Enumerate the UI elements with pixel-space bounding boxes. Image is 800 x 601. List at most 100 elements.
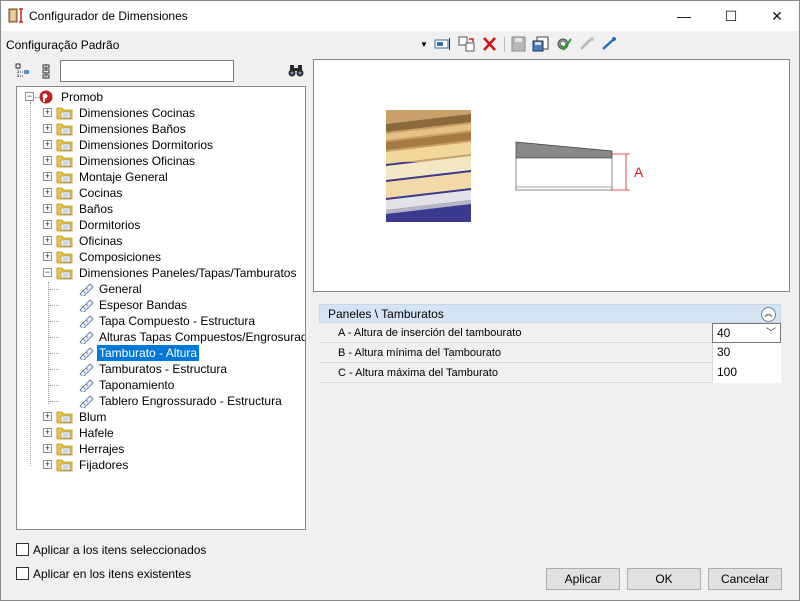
tree-node-label: Composiciones: [79, 250, 162, 264]
tree-node-label: Espesor Bandas: [99, 298, 188, 312]
apply-selected-checkbox[interactable]: [16, 543, 29, 556]
export-icon[interactable]: [532, 36, 550, 52]
folder-icon: [56, 410, 73, 424]
close-button[interactable]: ✕: [754, 1, 800, 31]
expand-toggle-icon[interactable]: +: [43, 172, 52, 181]
chevron-down-icon[interactable]: ▼: [420, 40, 428, 49]
tool-icon[interactable]: [578, 36, 596, 52]
expand-toggle-icon[interactable]: +: [43, 444, 52, 453]
apply-selected-label: Aplicar a los itens seleccionados: [33, 543, 207, 557]
folder-icon: [56, 106, 73, 120]
expand-toggle-icon[interactable]: +: [43, 188, 52, 197]
tree-node-label: Dimensiones Dormitorios: [79, 138, 214, 152]
measure-icon[interactable]: [600, 36, 618, 52]
tree-node-label: Taponamiento: [99, 378, 175, 392]
tree-guide-line: [49, 337, 59, 338]
app-icon: [8, 8, 23, 23]
folder-icon: [56, 426, 73, 440]
folder-icon: [56, 442, 73, 456]
dimension-item-icon: [78, 378, 95, 394]
minimize-button[interactable]: —: [661, 1, 707, 31]
expand-toggle-icon[interactable]: +: [43, 140, 52, 149]
apply-button[interactable]: Aplicar: [546, 568, 620, 590]
panel-photo-image: [386, 110, 471, 222]
property-group-header[interactable]: Paneles \ Tamburatos ︽: [319, 304, 781, 323]
expand-toggle-icon[interactable]: +: [43, 204, 52, 213]
tree-node-label: Tamburato - Altura: [97, 345, 200, 361]
tree-node-label: Dimensiones Paneles/Tapas/Tamburatos: [79, 266, 297, 280]
property-row: B - Altura mínima del Tambourato 30: [319, 343, 781, 363]
rename-icon[interactable]: [434, 36, 452, 52]
collapse-icon[interactable]: ︽: [761, 307, 776, 322]
property-label: A - Altura de inserción del tambourato: [338, 327, 522, 339]
folder-icon: [56, 234, 73, 248]
tree-node-label: Alturas Tapas Compuestos/Engrosurado: [99, 330, 306, 344]
expand-toggle-icon[interactable]: +: [43, 412, 52, 421]
collapse-toggle-icon[interactable]: −: [43, 268, 52, 277]
tree-node-label: General: [99, 282, 142, 296]
folder-icon: [56, 122, 73, 136]
window-title: Configurador de Dimensiones: [29, 9, 188, 23]
expand-toggle-icon[interactable]: +: [43, 460, 52, 469]
property-value-input[interactable]: 100: [712, 363, 781, 383]
tree-node-label: Oficinas: [79, 234, 123, 248]
tree-node-label: Herrajes: [79, 442, 125, 456]
dimension-label: A: [634, 164, 644, 180]
tree-guide-line: [49, 369, 59, 370]
tree-node-label: Cocinas: [79, 186, 123, 200]
cancel-button[interactable]: Cancelar: [708, 568, 782, 590]
ok-button[interactable]: OK: [627, 568, 701, 590]
tree-node-label: Dormitorios: [79, 218, 141, 232]
property-value: 40: [717, 326, 731, 340]
collapse-toggle-icon[interactable]: −: [25, 92, 34, 101]
tree-node-label: Tamburatos - Estructura: [99, 362, 228, 376]
apply-existing-checkbox[interactable]: [16, 567, 29, 580]
tree-node-label: Hafele: [79, 426, 114, 440]
expand-toggle-icon[interactable]: +: [43, 220, 52, 229]
folder-icon: [56, 154, 73, 168]
folder-icon: [56, 218, 73, 232]
property-value-combo[interactable]: 40 ﹀: [712, 323, 781, 343]
expand-toggle-icon[interactable]: +: [43, 252, 52, 261]
expand-toggle-icon[interactable]: +: [43, 236, 52, 245]
configuration-selector[interactable]: Configuração Padrão: [6, 38, 119, 52]
copy-icon[interactable]: [458, 36, 476, 52]
tree-node-label: Tablero Engrossurado - Estructura: [99, 394, 282, 408]
property-value-input[interactable]: 30: [712, 343, 781, 363]
tree-guide-line: [49, 385, 59, 386]
dialog-window: Configurador de Dimensiones — ☐ ✕ Config…: [0, 0, 800, 601]
tree-guide-line: [49, 305, 59, 306]
property-label: B - Altura mínima del Tambourato: [338, 347, 502, 359]
tree-node-label: Baños: [79, 202, 114, 216]
folder-icon: [56, 266, 73, 280]
expand-toggle-icon[interactable]: +: [43, 108, 52, 117]
tree-guide-line: [49, 321, 59, 322]
expand-toggle-icon[interactable]: +: [43, 156, 52, 165]
dimension-item-icon: [78, 346, 95, 362]
tree-search-input[interactable]: [60, 60, 234, 82]
dimension-item-icon: [78, 314, 95, 330]
property-label: C - Altura máxima del Tamburato: [338, 367, 498, 379]
settings-check-icon[interactable]: [555, 36, 573, 52]
tree-view[interactable]: − Promob + Dimensiones Cocinas + Dimensione…: [16, 86, 306, 530]
property-group-title: Paneles \ Tamburatos: [328, 307, 444, 321]
delete-icon[interactable]: [481, 36, 499, 52]
chevron-down-icon[interactable]: ﹀: [766, 324, 776, 343]
tree-node-label: Dimensiones Oficinas: [79, 154, 196, 168]
tree-node-label: Tapa Compuesto - Estructura: [99, 314, 256, 328]
folder-icon: [56, 138, 73, 152]
title-bar: Configurador de Dimensiones — ☐ ✕: [1, 1, 799, 31]
toolbar-divider: [504, 37, 505, 52]
expand-toggle-icon[interactable]: +: [43, 428, 52, 437]
save-icon[interactable]: [510, 36, 528, 52]
property-grid: Paneles \ Tamburatos ︽ A - Altura de ins…: [319, 304, 781, 383]
maximize-button[interactable]: ☐: [708, 1, 754, 31]
expand-toggle-icon[interactable]: +: [43, 124, 52, 133]
apply-existing-label: Aplicar en los itens existentes: [33, 567, 192, 581]
tree-guide-line: [49, 353, 59, 354]
tree-node-label: Dimensiones Baños: [79, 122, 186, 136]
collapse-tree-icon[interactable]: [38, 63, 54, 79]
binoculars-search-icon[interactable]: [288, 64, 304, 78]
expand-tree-icon[interactable]: [15, 63, 31, 79]
dimension-item-icon: [78, 394, 95, 410]
